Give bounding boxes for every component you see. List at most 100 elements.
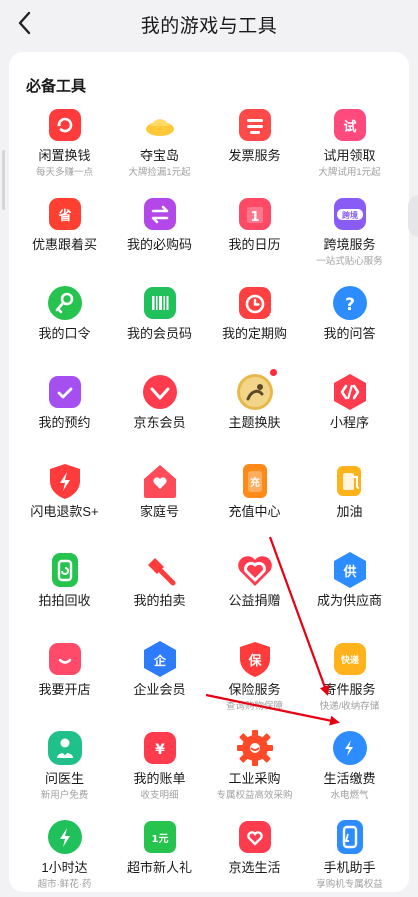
tool-item-alarm-clock[interactable]: 我的定期购 (207, 274, 302, 363)
tool-item-gold-ingot[interactable]: 夺宝岛大牌捡漏1元起 (112, 96, 207, 185)
tool-item-theme-avatar[interactable]: 主题换肤 (207, 363, 302, 452)
tool-label: 我的定期购 (221, 326, 287, 341)
tool-label: 京选生活 (228, 860, 281, 875)
tool-item-fuel-pump[interactable]: 加油 (302, 452, 397, 541)
tool-label: 拍拍回收 (38, 593, 91, 608)
tool-item-one-yuan[interactable]: 1元 超市新人礼 (112, 808, 207, 897)
tool-item-industrial-gear[interactable]: 工业采购 专属权益高效采购 (207, 719, 302, 808)
tool-item-enterprise[interactable]: 企企业会员 (112, 630, 207, 719)
recycle-phone-icon (46, 551, 84, 589)
phone-charge-icon: 充 (236, 462, 274, 500)
tool-item-supplier[interactable]: 供成为供应商 (302, 541, 397, 630)
tool-item-member-diamond[interactable]: 京东会员 (112, 363, 207, 452)
cross-border-icon: 跨境 (331, 195, 369, 233)
tool-item-cross-border[interactable]: 跨境 跨境服务 一站式贴心服务 (302, 185, 397, 274)
tool-item-calendar[interactable]: 1 我的日历 (207, 185, 302, 274)
tool-label: 超市新人礼 (126, 860, 192, 875)
tool-label: 夺宝岛 (139, 148, 179, 163)
svg-text:1: 1 (250, 210, 259, 225)
barcode-icon (141, 284, 179, 322)
tool-subtitle: 大牌试用1元起 (318, 167, 381, 178)
tool-item-trial-bag[interactable]: 试试用领取 大牌试用1元起 (302, 96, 397, 185)
tool-item-exchange[interactable]: 我的必购码 (112, 185, 207, 274)
tool-subtitle: 超市·鲜花·药 (37, 879, 92, 890)
receipt-icon (236, 106, 274, 144)
tool-label: 寄件服务 (323, 682, 376, 697)
top-bar: 我的游戏与工具 (0, 0, 418, 46)
tool-item-shop-bag[interactable]: 我要开店 (17, 630, 112, 719)
tool-item-water-drop[interactable]: 生活缴费 水电燃气 (302, 719, 397, 808)
tool-item-check-calendar[interactable]: 我的预约 (17, 363, 112, 452)
tool-subtitle: 查询购物保障 (225, 701, 283, 712)
svg-text:跨境: 跨境 (342, 210, 358, 220)
alarm-clock-icon (236, 284, 274, 322)
key-icon (46, 284, 84, 322)
tool-item-refresh-bag[interactable]: 闲置换钱每天多赚一点 (17, 96, 112, 185)
doctor-icon (46, 729, 84, 767)
tool-subtitle: 大牌捡漏1元起 (128, 167, 191, 178)
tool-item-question[interactable]: ? 我的问答 (302, 274, 397, 363)
mini-program-icon (331, 373, 369, 411)
page-title: 我的游戏与工具 (140, 16, 278, 37)
tool-item-doctor[interactable]: 问医生 新用户免费 (17, 719, 112, 808)
svg-text:?: ? (345, 295, 355, 315)
refresh-bag-icon (46, 106, 84, 144)
tool-item-home-heart[interactable]: 家庭号 (112, 452, 207, 541)
tool-subtitle: 每天多赚一点 (35, 167, 93, 178)
tool-item-recycle-phone[interactable]: 拍拍回收 (17, 541, 112, 630)
tool-item-receipt[interactable]: 发票服务 (207, 96, 302, 185)
tool-label: 京东会员 (133, 415, 186, 430)
notification-dot (270, 369, 277, 376)
tool-label: 主题换肤 (228, 415, 281, 430)
tool-item-phone-assistant[interactable]: 手机助手 享购机专属权益 (302, 808, 397, 897)
tool-label: 企业会员 (133, 682, 186, 697)
bill-yen-icon: ¥ (141, 729, 179, 767)
industrial-gear-icon (236, 729, 274, 767)
tool-item-bill-yen[interactable]: ¥ 我的账单收支明细 (112, 719, 207, 808)
tool-item-insurance-shield[interactable]: 保保险服务查询购物保障 (207, 630, 302, 719)
shop-bag-icon (46, 640, 84, 678)
tool-subtitle: 享购机专属权益 (316, 879, 383, 890)
tool-item-save-tag[interactable]: 省优惠跟着买 (17, 185, 112, 274)
heart-shield-icon (236, 818, 274, 856)
tool-item-express-box[interactable]: 快递 寄件服务 快递/收纳存储 (302, 630, 397, 719)
tool-item-charity-heart[interactable]: 公益捐赠 (207, 541, 302, 630)
question-icon: ? (331, 284, 369, 322)
tool-label: 公益捐赠 (228, 593, 281, 608)
tool-item-key[interactable]: 我的口令 (17, 274, 112, 363)
tool-item-lightning-shield[interactable]: 闪电退款S+ (17, 452, 112, 541)
auction-hammer-icon (141, 551, 179, 589)
side-handle[interactable] (408, 195, 418, 237)
tool-item-heart-shield[interactable]: 京选生活 (207, 808, 302, 897)
tool-subtitle: 收支明细 (140, 790, 179, 801)
svg-text:试: 试 (343, 119, 356, 135)
tool-subtitle: 新用户免费 (40, 790, 89, 801)
tool-item-barcode[interactable]: 我的会员码 (112, 274, 207, 363)
tool-label: 生活缴费 (323, 771, 376, 786)
tool-label: 闪电退款S+ (30, 504, 99, 519)
scroll-indicator[interactable] (2, 150, 5, 210)
tool-label: 我的必购码 (126, 237, 192, 252)
tool-label: 优惠跟着买 (31, 237, 97, 252)
tool-item-mini-program[interactable]: 小程序 (302, 363, 397, 452)
tool-label: 成为供应商 (316, 593, 382, 608)
tool-label: 闲置换钱 (38, 148, 91, 163)
section-title: 必备工具 (26, 78, 87, 95)
lightning-shield-icon (46, 462, 84, 500)
svg-text:¥: ¥ (155, 742, 165, 758)
water-drop-icon (331, 729, 369, 767)
svg-text:省: 省 (57, 208, 71, 224)
tool-label: 我的拍卖 (133, 593, 186, 608)
tool-item-phone-charge[interactable]: 充充值中心 (207, 452, 302, 541)
tool-item-auction-hammer[interactable]: 我的拍卖 (112, 541, 207, 630)
tool-label: 我的会员码 (126, 326, 192, 341)
svg-text:充: 充 (250, 476, 260, 489)
tool-item-fast-delivery[interactable]: 1小时达超市·鲜花·药 (17, 808, 112, 897)
calendar-icon: 1 (236, 195, 274, 233)
tool-label: 我的账单 (133, 771, 186, 786)
tool-label: 保险服务 (228, 682, 281, 697)
svg-text:供: 供 (342, 564, 356, 580)
insurance-shield-icon: 保 (236, 640, 274, 678)
tool-label: 1小时达 (41, 860, 88, 875)
charity-heart-icon (236, 551, 274, 589)
